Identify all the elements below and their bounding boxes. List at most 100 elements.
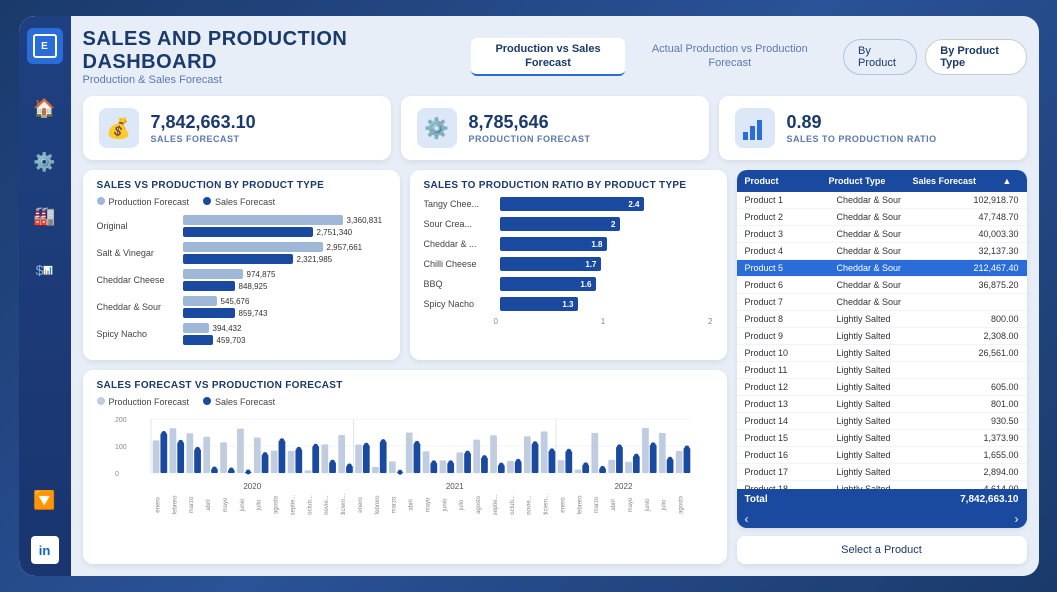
- td-sales: 32,137.30: [929, 246, 1019, 256]
- table-row[interactable]: Product 14 Lightly Salted 930.50: [737, 413, 1027, 430]
- page-title: SALES AND PRODUCTION DASHBOARD: [83, 28, 440, 74]
- sales-bar-wrap: 859,743: [183, 308, 386, 318]
- td-product: Product 5: [745, 263, 837, 273]
- svg-text:septie...: septie...: [492, 494, 498, 515]
- bar-group: 2,957,661 2,321,985: [183, 242, 386, 264]
- svg-text:enero: enero: [155, 497, 161, 513]
- svg-text:2021: 2021: [445, 482, 463, 491]
- bar-label: Salt & Vinegar: [97, 248, 177, 258]
- page-subtitle: Production & Sales Forecast: [83, 74, 440, 86]
- sidebar-item-production[interactable]: 🏭: [27, 198, 63, 234]
- bar-chart-rows: Original 3,360,831 2,751,340 Salt & Vine…: [97, 215, 386, 345]
- ratio-bar-row: Sour Crea... 2: [424, 217, 713, 231]
- sidebar-item-linkedin[interactable]: in: [31, 536, 59, 564]
- table-row[interactable]: Product 2 Cheddar & Sour 47,748.70: [737, 209, 1027, 226]
- forecast-legend-sales: Sales Forecast: [215, 397, 275, 407]
- td-type: Lightly Salted: [837, 467, 929, 477]
- table-row[interactable]: Product 17 Lightly Salted 2,894.00: [737, 464, 1027, 481]
- table-row[interactable]: Product 8 Lightly Salted 800.00: [737, 311, 1027, 328]
- svg-text:novie...: novie...: [526, 495, 532, 515]
- sidebar: E 🏠 ⚙️ 🏭 $📊 🔽 in: [19, 16, 71, 576]
- table-scroll-left[interactable]: ‹: [745, 512, 749, 526]
- svg-text:octub...: octub...: [509, 495, 515, 515]
- svg-text:junio: junio: [239, 498, 245, 512]
- td-type: Lightly Salted: [837, 450, 929, 460]
- table-row[interactable]: Product 11 Lightly Salted: [737, 362, 1027, 379]
- sidebar-item-filter[interactable]: 🔽: [27, 482, 63, 518]
- production-forecast-icon: ⚙️: [417, 108, 457, 148]
- forecast-legend-production: Production Forecast: [109, 397, 190, 407]
- table-row[interactable]: Product 13 Lightly Salted 801.00: [737, 396, 1027, 413]
- sidebar-item-home[interactable]: 🏠: [27, 90, 63, 126]
- ratio-icon: [735, 108, 775, 148]
- col-product-type: Product Type: [829, 176, 913, 186]
- svg-text:junio: junio: [442, 498, 448, 512]
- tab-actual-production[interactable]: Actual Production vs Production Forecast: [633, 38, 827, 77]
- ratio-value: 1.6: [580, 280, 591, 289]
- ratio-value: 1.8: [591, 240, 602, 249]
- svg-text:abril: abril: [206, 499, 212, 510]
- sidebar-item-settings[interactable]: ⚙️: [27, 144, 63, 180]
- table-row[interactable]: Product 1 Cheddar & Sour 102,918.70: [737, 192, 1027, 209]
- kpi-ratio: 0.89 SALES TO PRODUCTION RATIO: [719, 96, 1027, 160]
- forecast-chart-area: 2001000enerofebreromarzoabrilmayojunioju…: [97, 415, 713, 525]
- td-sales: 2,308.00: [929, 331, 1019, 341]
- bar-row: Cheddar Cheese 974,875 848,925: [97, 269, 386, 291]
- table-row[interactable]: Product 10 Lightly Salted 26,561.00: [737, 345, 1027, 362]
- table-row[interactable]: Product 5 Cheddar & Sour 212,467.40: [737, 260, 1027, 277]
- svg-text:julio: julio: [661, 499, 667, 511]
- table-scroll-right[interactable]: ›: [1015, 512, 1019, 526]
- prod-val: 2,957,661: [327, 243, 363, 252]
- forecast-chart-legend: Production Forecast Sales Forecast: [97, 397, 713, 407]
- ratio-value: 1.7: [585, 260, 596, 269]
- td-product: Product 10: [745, 348, 837, 358]
- table-row[interactable]: Product 9 Lightly Salted 2,308.00: [737, 328, 1027, 345]
- svg-text:novie...: novie...: [324, 495, 330, 515]
- table-row[interactable]: Product 18 Lightly Salted 4,614.00: [737, 481, 1027, 489]
- td-product: Product 16: [745, 450, 837, 460]
- table-row[interactable]: Product 16 Lightly Salted 1,655.00: [737, 447, 1027, 464]
- tab-production-sales[interactable]: Production vs Sales Forecast: [471, 38, 624, 77]
- sidebar-item-finance[interactable]: $📊: [27, 252, 63, 288]
- prod-val: 974,875: [247, 270, 276, 279]
- filter-by-product[interactable]: By Product: [843, 39, 917, 75]
- kpi-sales-forecast: 💰 7,842,663.10 SALES FORECAST: [83, 96, 391, 160]
- bar-chart-title: SALES VS PRODUCTION BY PRODUCT TYPE: [97, 180, 386, 191]
- sales-bar-wrap: 459,703: [183, 335, 386, 345]
- table-row[interactable]: Product 6 Cheddar & Sour 36,875.20: [737, 277, 1027, 294]
- table-row[interactable]: Product 7 Cheddar & Sour: [737, 294, 1027, 311]
- prod-bar-wrap: 394,432: [183, 323, 386, 333]
- td-product: Product 9: [745, 331, 837, 341]
- svg-text:marzo: marzo: [189, 496, 195, 513]
- td-sales: 212,467.40: [929, 263, 1019, 273]
- table-row[interactable]: Product 15 Lightly Salted 1,373.90: [737, 430, 1027, 447]
- svg-text:enero: enero: [357, 497, 363, 513]
- col-product: Product: [745, 176, 829, 186]
- sales-val: 2,751,340: [317, 228, 353, 237]
- svg-text:2022: 2022: [614, 482, 632, 491]
- filter-buttons: By Product By Product Type: [843, 39, 1027, 75]
- sales-forecast-icon: 💰: [99, 108, 139, 148]
- td-product: Product 8: [745, 314, 837, 324]
- table-row[interactable]: Product 3 Cheddar & Sour 40,003.30: [737, 226, 1027, 243]
- filter-by-product-type[interactable]: By Product Type: [925, 39, 1026, 75]
- table-body: Product 1 Cheddar & Sour 102,918.70 Prod…: [737, 192, 1027, 489]
- ratio-chart-panel: SALES TO PRODUCTION RATIO BY PRODUCT TYP…: [410, 170, 727, 360]
- sales-bar: [183, 227, 313, 237]
- td-type: Lightly Salted: [837, 314, 929, 324]
- header-tabs: Production vs Sales Forecast Actual Prod…: [471, 38, 827, 77]
- svg-text:enero: enero: [560, 497, 566, 513]
- ratio-bar: 1.7: [500, 257, 601, 271]
- select-product-button[interactable]: Select a Product: [737, 536, 1027, 564]
- td-type: Lightly Salted: [837, 416, 929, 426]
- svg-text:200: 200: [115, 417, 127, 424]
- sales-bar-wrap: 2,321,985: [183, 254, 386, 264]
- bar-row: Spicy Nacho 394,432 459,703: [97, 323, 386, 345]
- table-row[interactable]: Product 4 Cheddar & Sour 32,137.30: [737, 243, 1027, 260]
- forecast-chart-panel: SALES FORECAST VS PRODUCTION FORECAST Pr…: [83, 370, 727, 564]
- td-sales: 36,875.20: [929, 280, 1019, 290]
- ratio-bar: 1.8: [500, 237, 607, 251]
- table-row[interactable]: Product 12 Lightly Salted 605.00: [737, 379, 1027, 396]
- td-type: Lightly Salted: [837, 399, 929, 409]
- ratio-label: SALES TO PRODUCTION RATIO: [787, 134, 937, 144]
